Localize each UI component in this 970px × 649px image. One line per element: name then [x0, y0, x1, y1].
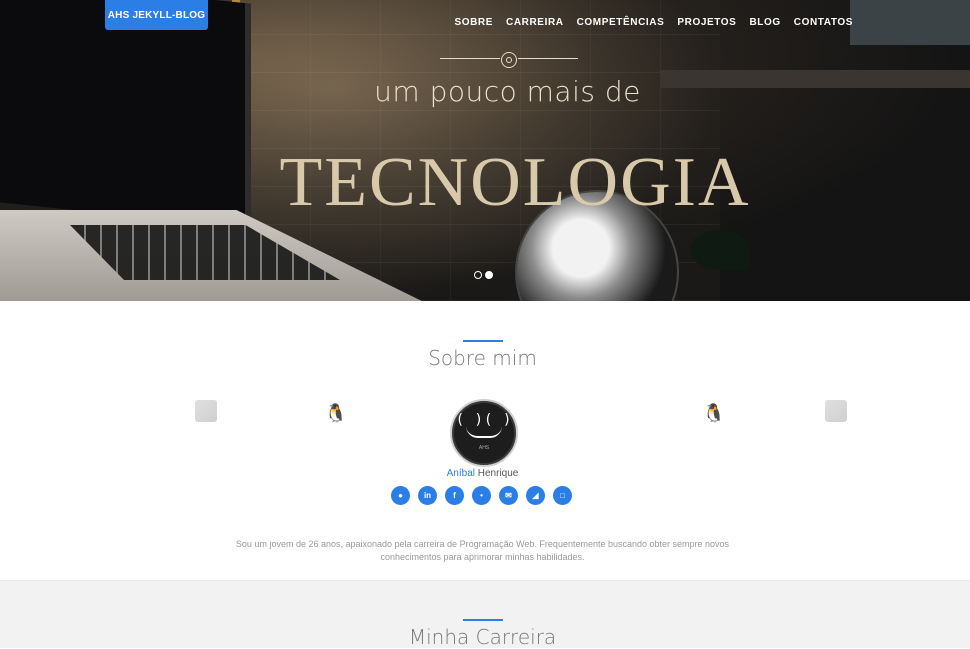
hero-carousel: um pouco mais de TECNOLOGIA	[0, 0, 970, 301]
nav-item-contatos[interactable]: CONTATOS	[794, 17, 853, 28]
brand-button[interactable]: AHS JEKYLL-BLOG	[105, 0, 208, 30]
hero-title: TECNOLOGIA	[279, 144, 751, 221]
section-accent-rule	[463, 340, 503, 342]
cubes-icon	[195, 400, 221, 426]
profile-name: Aníbal Henrique	[0, 468, 965, 479]
main-nav: SOBRE CARREIRA COMPETÊNCIAS PROJETOS BLO…	[454, 17, 853, 28]
hero-ornament-divider	[440, 52, 578, 68]
nav-item-blog[interactable]: BLOG	[749, 17, 780, 28]
about-section: Sobre mim 🐧 🐧 ( )( ) AHS Aníbal Henrique…	[0, 301, 970, 580]
linux-icon: 🐧	[702, 403, 726, 423]
twitter-icon[interactable]: •	[472, 486, 491, 505]
nav-item-carreira[interactable]: CARREIRA	[506, 17, 564, 28]
linux-icon: 🐧	[324, 403, 348, 423]
about-heading: Sobre mim	[428, 346, 537, 370]
profile-first-name: Aníbal	[446, 468, 475, 479]
nav-item-sobre[interactable]: SOBRE	[454, 17, 493, 28]
avatar: ( )( ) AHS	[450, 399, 518, 467]
hero-plant	[690, 230, 750, 270]
nav-item-projetos[interactable]: PROJETOS	[677, 17, 736, 28]
pdf-icon[interactable]: □	[553, 486, 572, 505]
career-section: Minha Carreira	[0, 580, 970, 649]
section-accent-rule	[463, 619, 503, 621]
social-links: ● in f • ✉ ◢ □	[391, 486, 572, 505]
career-heading: Minha Carreira	[408, 625, 557, 649]
profile-last-name: Henrique	[477, 468, 519, 479]
linkedin-icon[interactable]: in	[418, 486, 437, 505]
about-bio: Sou um jovem de 26 anos, apaixonado pela…	[235, 539, 730, 562]
facebook-icon[interactable]: f	[445, 486, 464, 505]
cubes-icon	[825, 400, 851, 426]
hero-background-window	[850, 0, 970, 45]
rss-icon[interactable]: ◢	[526, 486, 545, 505]
carousel-indicators	[474, 271, 493, 279]
nav-item-competencias[interactable]: COMPETÊNCIAS	[577, 17, 665, 28]
carousel-dot-1[interactable]	[474, 271, 482, 279]
email-icon[interactable]: ✉	[499, 486, 518, 505]
hero-subtitle: um pouco mais de	[374, 75, 641, 108]
carousel-dot-2[interactable]	[485, 271, 493, 279]
github-icon[interactable]: ●	[391, 486, 410, 505]
